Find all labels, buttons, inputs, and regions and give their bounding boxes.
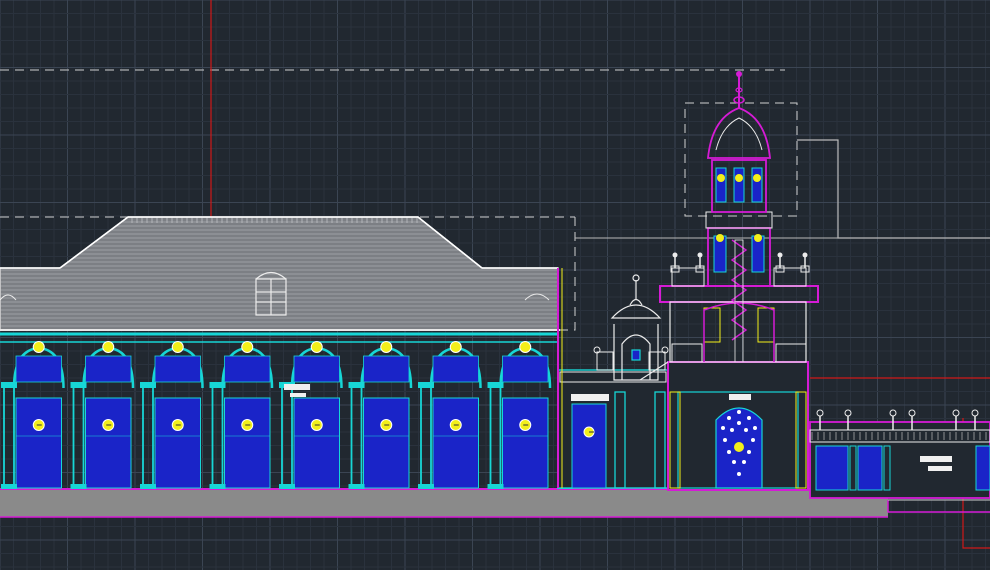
plaque-sub	[290, 393, 306, 397]
column-capital	[1, 382, 17, 388]
transom-window	[363, 355, 410, 383]
column-base	[70, 484, 87, 489]
door-panel	[432, 397, 479, 489]
cad-viewport[interactable]	[0, 0, 990, 570]
door-panel	[502, 397, 549, 489]
east-wing[interactable]	[809, 409, 990, 499]
lamp-upper	[241, 341, 254, 353]
column-capital	[487, 382, 504, 388]
lamp-upper	[171, 341, 184, 353]
transom-window	[15, 355, 62, 383]
transom-window	[154, 355, 201, 383]
hip-roof	[0, 216, 560, 331]
lamp-upper	[449, 341, 462, 353]
column-capital	[348, 382, 365, 388]
transom-window	[432, 355, 479, 383]
transom-window	[85, 355, 132, 383]
lamp-upper	[380, 341, 393, 353]
lamp-upper	[310, 341, 323, 353]
column-capital	[209, 382, 226, 388]
door-panel	[363, 397, 410, 489]
transom-window	[293, 355, 340, 383]
door-panel	[224, 397, 271, 489]
door-panel	[85, 397, 132, 489]
column-base	[418, 484, 434, 489]
lamp-upper	[32, 341, 45, 353]
main-hall-elevation[interactable]	[0, 216, 573, 489]
column-base	[279, 484, 295, 489]
plaque	[284, 384, 310, 390]
column-base	[1, 484, 17, 489]
column-base	[209, 484, 226, 489]
column-capital	[140, 382, 156, 388]
drawing-canvas[interactable]	[0, 0, 990, 570]
transom-window	[502, 355, 549, 383]
lamp-upper	[519, 341, 532, 353]
column-base	[140, 484, 156, 489]
door-panel	[293, 397, 340, 489]
column-base	[487, 484, 504, 489]
column-capital	[418, 382, 434, 388]
lamp-upper	[102, 341, 115, 353]
column-base	[348, 484, 365, 489]
arcade	[0, 332, 573, 489]
transom-window	[224, 355, 271, 383]
column-capital	[70, 382, 87, 388]
door-panel	[15, 397, 62, 489]
door-panel	[154, 397, 201, 489]
